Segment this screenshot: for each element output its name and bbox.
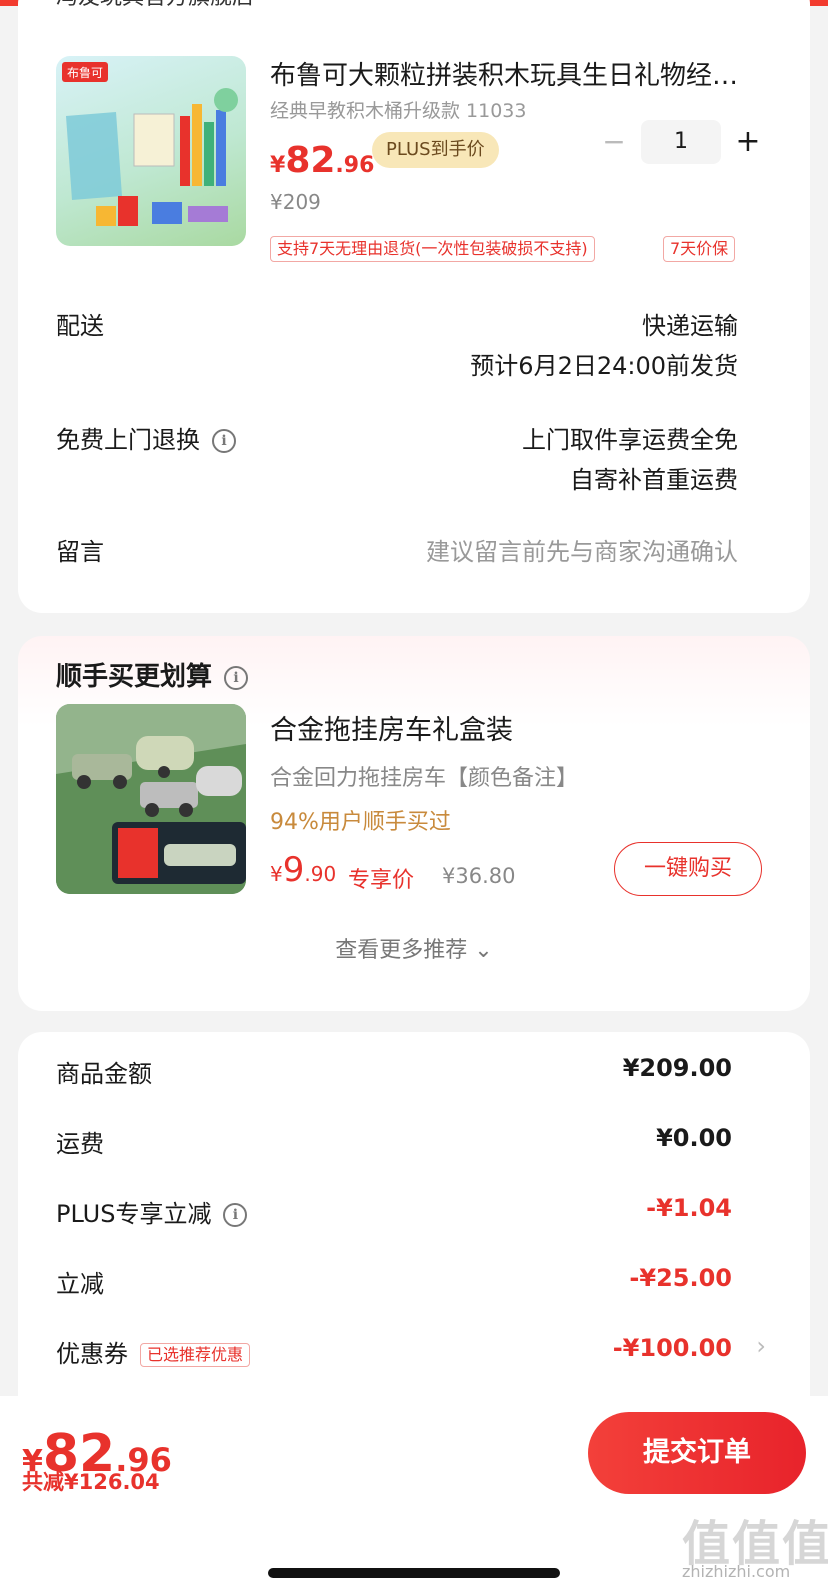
price-integer: 82 — [285, 140, 336, 181]
product-title[interactable]: 布鲁可大颗粒拼装积木玩具生日礼物经… — [270, 55, 780, 92]
submit-order-button[interactable]: 提交订单 — [588, 1412, 806, 1494]
bundle-image-art — [56, 704, 246, 894]
product-price: ¥82.96 — [270, 140, 374, 181]
bundle-price-decimal: .90 — [304, 862, 337, 886]
plus-discount-label: PLUS专享立减 — [56, 1200, 212, 1228]
delivery-label: 配送 — [56, 312, 104, 340]
coupon-selected-tag: 已选推荐优惠 — [140, 1343, 251, 1367]
quantity-input[interactable]: 1 — [641, 120, 721, 164]
bundle-recommend-card: 顺手买更划算 i 合金拖挂房车礼盒装 合金回力拖挂房车【颜色备注】 94%用户顺手… — [18, 636, 810, 1011]
product-variant[interactable]: 经典早教积木桶升级款 11033 — [270, 96, 526, 123]
bundle-section-title: 顺手买更划算 i — [56, 656, 249, 693]
quantity-increase-button[interactable]: + — [730, 120, 766, 164]
one-click-buy-button[interactable]: 一键购买 — [614, 842, 762, 896]
home-indicator[interactable] — [268, 1568, 560, 1578]
free-return-label: 免费上门退换 — [56, 426, 200, 454]
bundle-product-image[interactable] — [56, 704, 246, 894]
quantity-decrease-button[interactable]: − — [598, 122, 630, 162]
instant-discount-value: -¥25.00 — [629, 1264, 732, 1292]
shop-name[interactable]: 冯友玩具官方旗舰店 — [56, 0, 254, 12]
product-image[interactable]: 布鲁可 — [56, 56, 246, 246]
brand-logo-text: 布鲁可 — [67, 66, 103, 80]
coupon-label: 优惠券 — [56, 1340, 128, 1368]
checkout-bar: ¥82.96 共减¥126.04 提交订单 值值值 zhizhizhi.com — [0, 1396, 828, 1594]
bundle-price: ¥9.90 — [270, 850, 336, 890]
info-icon[interactable]: i — [224, 665, 249, 690]
delivery-estimate[interactable]: 预计6月2日24:00前发货 — [470, 346, 738, 381]
coupon-value[interactable]: -¥100.00 — [613, 1334, 732, 1362]
price-protect-tag: 7天价保 — [663, 236, 736, 262]
goods-amount-label: 商品金额 — [56, 1060, 152, 1088]
price-currency: ¥ — [270, 153, 286, 178]
plus-discount-value: -¥1.04 — [646, 1194, 732, 1222]
info-icon[interactable]: i — [223, 1203, 248, 1227]
goods-amount-value: ¥209.00 — [622, 1054, 732, 1082]
original-price: ¥209 — [270, 190, 321, 214]
return-policy-tag: 支持7天无理由退货(一次性包装破损不支持) — [270, 236, 595, 262]
price-decimal: .96 — [335, 153, 375, 178]
free-return-row[interactable]: 免费上门退换 i — [56, 420, 236, 455]
coupon-row[interactable]: 优惠券 已选推荐优惠 — [56, 1334, 251, 1369]
delivery-method[interactable]: 快递运输 — [642, 306, 738, 341]
bundle-price-currency: ¥ — [270, 862, 283, 886]
product-image-art: 布鲁可 — [62, 62, 238, 226]
return-self-ship-text: 自寄补首重运费 — [570, 466, 738, 494]
order-item-card: 冯友玩具官方旗舰店 布鲁可 布鲁可大颗粒拼装积木玩具生日礼物经… 经典早教积木桶… — [18, 0, 810, 613]
bundle-product-title[interactable]: 合金拖挂房车礼盒装 — [270, 708, 513, 747]
plus-discount-row[interactable]: PLUS专享立减 i — [56, 1194, 248, 1229]
message-input[interactable]: 建议留言前先与商家沟通确认 — [426, 532, 738, 567]
chevron-right-icon[interactable]: › — [756, 1332, 766, 1360]
instant-discount-label: 立减 — [56, 1270, 104, 1298]
bundle-original-price: ¥36.80 — [442, 864, 516, 888]
plus-price-badge: PLUS到手价 — [372, 132, 499, 168]
bundle-buy-rate: 94%用户顺手买过 — [270, 810, 451, 835]
shipping-fee-value: ¥0.00 — [656, 1124, 732, 1152]
shipping-fee-label: 运费 — [56, 1130, 104, 1158]
watermark-url: zhizhizhi.com — [682, 1562, 791, 1581]
info-icon[interactable]: i — [212, 429, 236, 453]
bundle-section-label: 顺手买更划算 — [56, 662, 213, 692]
return-pickup-text: 上门取件享运费全免 — [522, 426, 738, 454]
message-label: 留言 — [56, 538, 104, 566]
exclusive-price-label: 专享价 — [348, 868, 415, 893]
total-saved[interactable]: 共减¥126.04 — [22, 1466, 160, 1496]
bundle-product-variant[interactable]: 合金回力拖挂房车【颜色备注】 — [270, 760, 578, 792]
bundle-price-integer: 9 — [282, 850, 305, 890]
see-more-recommendations[interactable]: 查看更多推荐 ⌄ — [18, 932, 810, 964]
